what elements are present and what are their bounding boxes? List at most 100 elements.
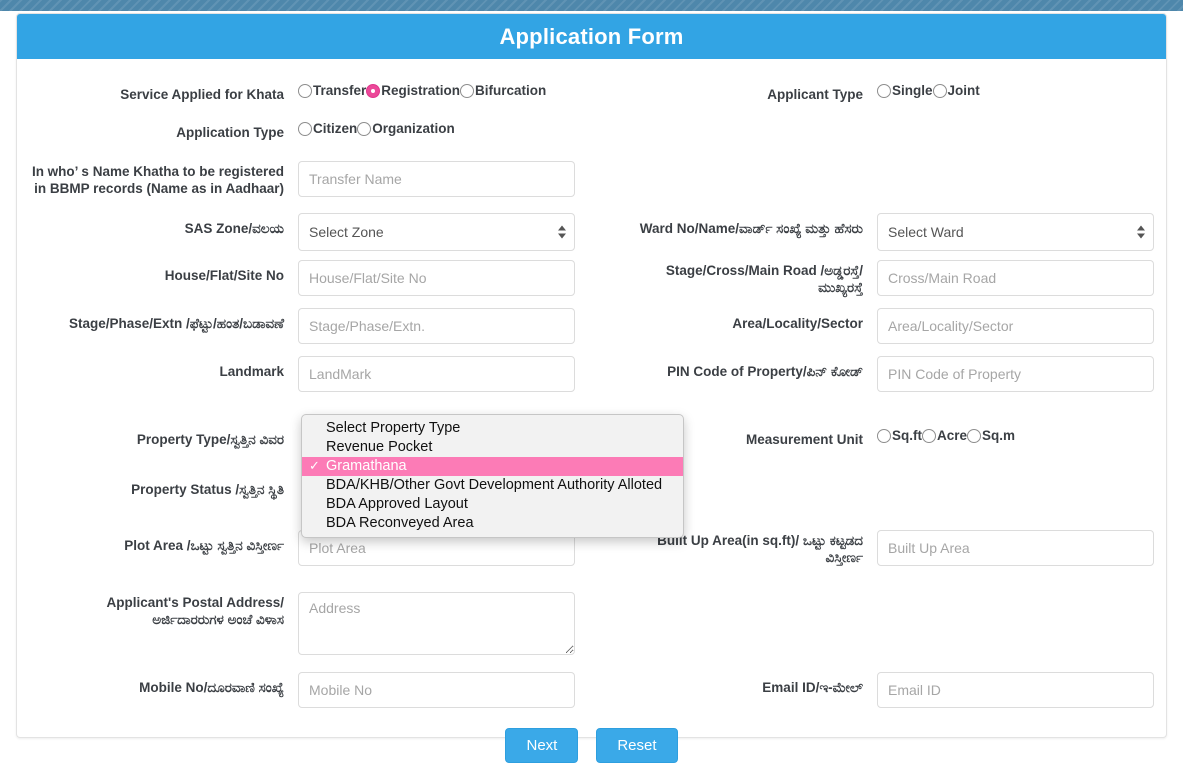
reset-button[interactable]: Reset: [596, 728, 678, 763]
form-row-landmark-pin: Landmark PIN Code of Property/ಪಿನ್ ಕೋಡ್: [17, 356, 1166, 392]
label-applicant-type: Applicant Type: [767, 87, 863, 102]
radio-option-sqft[interactable]: Sq.ft: [876, 428, 922, 443]
stage-phase-input[interactable]: [298, 308, 575, 344]
label-email-id: Email ID/ಇ-ಮೇಲ್: [762, 680, 863, 695]
property-type-option-revenue[interactable]: Revenue Pocket: [302, 438, 683, 457]
radio-option-sqm[interactable]: Sq.m: [967, 428, 1015, 443]
radio-group-application-type: Citizen Organization: [298, 117, 583, 136]
radio-organization-icon[interactable]: [357, 121, 372, 136]
radio-registration-icon[interactable]: [366, 83, 381, 98]
field-stage-phase: Stage/Phase/Extn /ಫೆಟ್ಟು/ಹಂತ/ಬಡಾವಣೆ: [17, 308, 596, 344]
label-property-type: Property Type/ಸ್ವತ್ತಿನ ವಿವರ: [136, 432, 284, 447]
property-type-dropdown-menu[interactable]: Select Property Type Revenue Pocket ✓ Gra…: [301, 414, 684, 538]
radio-label-sqm: Sq.m: [982, 428, 1016, 443]
field-application-type: Application Type Citizen Organization: [17, 117, 596, 141]
radio-citizen-icon[interactable]: [298, 121, 312, 136]
label-service-applied: Service Applied for Khata: [120, 87, 284, 102]
radio-label-registration: Registration: [381, 83, 461, 98]
property-type-option-bda-reconveyed[interactable]: BDA Reconveyed Area: [302, 514, 683, 533]
label-plot-area: Plot Area /ಒಟ್ಟು ಸ್ವತ್ತಿನ ವಿಸ್ತೀರ್ಣ: [124, 538, 284, 553]
form-header: Application Form: [17, 14, 1166, 59]
label-application-type: Application Type: [176, 125, 284, 140]
radio-label-organization: Organization: [372, 121, 455, 136]
email-id-input[interactable]: [876, 672, 1154, 708]
radio-label-single: Single: [891, 83, 933, 98]
form-row-house-road: House/Flat/Site No Stage/Cross/Main Road…: [17, 260, 1166, 296]
radio-option-organization[interactable]: Organization: [357, 121, 455, 136]
field-khata-name-spacer: [596, 161, 1166, 197]
radio-transfer-icon[interactable]: [298, 83, 312, 98]
property-type-option-gramathana-label: Gramathana: [326, 458, 407, 474]
house-no-input[interactable]: [298, 260, 575, 296]
ward-select-wrapper[interactable]: Select Ward: [876, 213, 1154, 251]
field-house-no: House/Flat/Site No: [17, 260, 596, 296]
label-built-up-area-line2: ವಿಸ್ತೀರ್ಣ: [825, 550, 863, 565]
radio-sqm-icon[interactable]: [967, 428, 982, 443]
field-email-id: Email ID/ಇ-ಮೇಲ್: [596, 672, 1166, 708]
ward-select[interactable]: Select Ward: [876, 213, 1154, 251]
radio-label-acre: Acre: [936, 428, 968, 443]
radio-label-joint: Joint: [947, 83, 980, 98]
radio-label-bifurcation: Bifurcation: [475, 83, 547, 98]
field-mobile-no: Mobile No/ದೂರವಾಣಿ ಸಂಖ್ಯೆ: [17, 672, 596, 708]
field-service-applied: Service Applied for Khata Transfer Regis…: [17, 79, 596, 103]
field-landmark: Landmark: [17, 356, 596, 392]
label-stage-phase: Stage/Phase/Extn /ಫೆಟ್ಟು/ಹಂತ/ಬಡಾವಣೆ: [68, 316, 284, 331]
form-row-khata-name: In who’ s Name Khatha to be registered i…: [17, 161, 1166, 197]
postal-address-textarea[interactable]: [298, 592, 575, 655]
pin-code-input[interactable]: [876, 356, 1154, 392]
main-road-input[interactable]: [876, 260, 1154, 296]
built-up-area-input[interactable]: [876, 530, 1154, 566]
radio-option-citizen[interactable]: Citizen: [298, 121, 357, 136]
landmark-input[interactable]: [298, 356, 575, 392]
radio-acre-icon[interactable]: [921, 428, 936, 443]
label-postal-address-line2: ಅರ್ಜಿದಾರರುಗಳ ಅಂಚೆ ವಿಳಾಸ: [152, 612, 284, 627]
property-type-option-bda-khb[interactable]: BDA/KHB/Other Govt Development Authority…: [302, 476, 683, 495]
radio-option-transfer[interactable]: Transfer: [298, 83, 366, 98]
form-body: Service Applied for Khata Transfer Regis…: [17, 59, 1166, 763]
field-applicant-type: Applicant Type Single Joint: [596, 79, 1166, 103]
radio-option-bifurcation[interactable]: Bifurcation: [460, 83, 546, 98]
check-icon: ✓: [309, 458, 320, 473]
label-khata-name-line1: In who’ s Name Khatha to be registered: [31, 164, 284, 179]
radio-group-service-applied: Transfer Registration Bifurcation: [298, 79, 583, 98]
page-title: Application Form: [499, 23, 684, 49]
label-postal-address: Applicant's Postal Address/ ಅರ್ಜಿದಾರರುಗಳ…: [17, 592, 298, 660]
label-postal-address-line1: Applicant's Postal Address/: [106, 595, 284, 610]
field-main-road: Stage/Cross/Main Road /ಅಡ್ಡರಸ್ತೆ/ ಮುಖ್ಯರ…: [596, 260, 1166, 296]
form-row-mobile-email: Mobile No/ದೂರವಾಣಿ ಸಂಖ್ಯೆ Email ID/ಇ-ಮೇಲ್: [17, 672, 1166, 708]
label-landmark: Landmark: [219, 364, 284, 379]
area-locality-input[interactable]: [876, 308, 1154, 344]
radio-sqft-icon[interactable]: [876, 428, 891, 443]
property-type-option-select[interactable]: Select Property Type: [302, 419, 683, 438]
field-pin-code: PIN Code of Property/ಪಿನ್ ಕೋಡ್: [596, 356, 1166, 392]
radio-joint-icon[interactable]: [932, 83, 947, 98]
field-area-locality: Area/Locality/Sector: [596, 308, 1166, 344]
field-postal-address: Applicant's Postal Address/ ಅರ್ಜಿದಾರರುಗಳ…: [17, 592, 596, 660]
radio-group-measurement-unit: Sq.ft Acre Sq.m: [876, 424, 1162, 443]
sas-zone-select-wrapper[interactable]: Select Zone: [298, 213, 575, 251]
form-row-application-type: Application Type Citizen Organization: [17, 117, 1166, 141]
sas-zone-select[interactable]: Select Zone: [298, 213, 575, 251]
label-main-road-line2: ಮುಖ್ಯರಸ್ತೆ: [818, 280, 863, 295]
label-main-road-line1: Stage/Cross/Main Road /ಅಡ್ಡರಸ್ತೆ/: [665, 263, 863, 278]
mobile-no-input[interactable]: [298, 672, 575, 708]
form-row-service-applicant: Service Applied for Khata Transfer Regis…: [17, 79, 1166, 103]
property-type-option-gramathana[interactable]: ✓ Gramathana: [302, 457, 683, 476]
next-button[interactable]: Next: [505, 728, 579, 763]
radio-option-single[interactable]: Single: [876, 83, 933, 98]
radio-option-registration[interactable]: Registration: [366, 83, 460, 98]
label-mobile-no: Mobile No/ದೂರವಾಣಿ ಸಂಖ್ಯೆ: [139, 680, 284, 695]
radio-single-icon[interactable]: [876, 83, 891, 98]
label-area-locality: Area/Locality/Sector: [732, 316, 863, 331]
radio-option-acre[interactable]: Acre: [921, 428, 968, 443]
field-ward: Ward No/Name/ವಾರ್ಡ್ ಸಂಖ್ಯೆ ಮತ್ತು ಹೆಸರು S…: [596, 213, 1166, 251]
radio-option-joint[interactable]: Joint: [932, 83, 980, 98]
label-main-road: Stage/Cross/Main Road /ಅಡ್ಡರಸ್ತೆ/ ಮುಖ್ಯರ…: [596, 260, 877, 296]
top-decorative-bar: [0, 0, 1183, 11]
property-type-option-bda-approved[interactable]: BDA Approved Layout: [302, 495, 683, 514]
field-khata-name: In who’ s Name Khatha to be registered i…: [17, 161, 596, 197]
field-sas-zone: SAS Zone/ವಲಯ Select Zone: [17, 213, 596, 251]
radio-bifurcation-icon[interactable]: [460, 83, 475, 98]
khata-name-input[interactable]: [298, 161, 575, 197]
